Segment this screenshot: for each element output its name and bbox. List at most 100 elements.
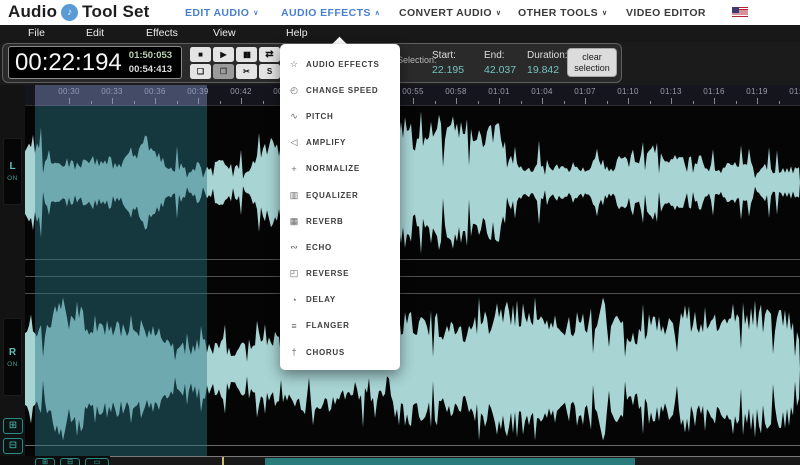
menu-item-normalize[interactable]: + NORMALIZE	[280, 156, 400, 182]
selection-region-ruler[interactable]	[35, 85, 207, 106]
end-label: End:	[484, 50, 505, 61]
amplify-icon: ◁	[290, 137, 298, 148]
menu-item-label: AMPLIFY	[306, 138, 347, 148]
ruler-tick	[628, 98, 629, 104]
stop-button[interactable]: ■	[190, 47, 211, 62]
pause-button[interactable]: ▮▮	[236, 47, 257, 62]
ruler-label: 01:07	[574, 87, 596, 96]
menu-item-label: EQUALIZER	[306, 190, 359, 200]
ruler-tick	[477, 101, 479, 104]
ruler-tick	[735, 101, 737, 104]
delay-icon: ◔	[291, 294, 297, 305]
top-nav: Audio ♪ Tool Set EDIT AUDIO ∨ AUDIO EFFECT…	[0, 0, 800, 25]
menu-item-echo[interactable]: ∾ ECHO	[280, 234, 400, 260]
ruler-label: 00:58	[445, 87, 467, 96]
app-logo[interactable]: Audio ♪ Tool Set	[8, 2, 150, 22]
menubar-file[interactable]: File	[28, 27, 45, 39]
nav-video-editor[interactable]: VIDEO EDITOR	[626, 7, 706, 19]
menubar-edit[interactable]: Edit	[86, 27, 104, 39]
stop-icon: ■	[198, 49, 203, 59]
echo-icon: ∾	[290, 241, 298, 252]
ruler-tick	[520, 101, 522, 104]
selection-label: Selection:	[397, 55, 437, 65]
nav-edit-audio[interactable]: EDIT AUDIO ∨	[185, 7, 259, 19]
menu-item-label: AUDIO EFFECTS	[306, 59, 380, 69]
ruler-tick	[219, 101, 221, 104]
loop-button[interactable]: ⇄	[259, 47, 280, 62]
ruler-label: 01:19	[746, 87, 768, 96]
chevron-down-icon: ∨	[253, 10, 259, 17]
ruler-label: 01:16	[703, 87, 725, 96]
h-zoom-out-button[interactable]: ⊟	[60, 458, 80, 465]
selection-region[interactable]	[35, 106, 207, 456]
menu-item-equalizer[interactable]: ▥ EQUALIZER	[280, 182, 400, 208]
nav-other-tools[interactable]: OTHER TOOLS ∨	[518, 7, 608, 19]
menu-item-label: PITCH	[306, 111, 334, 121]
new-file-icon: ❏	[196, 66, 205, 76]
save-file-button[interactable]: ❐	[213, 64, 234, 79]
menubar-help[interactable]: Help	[286, 27, 308, 39]
ruler-label: 01:22	[789, 87, 800, 96]
scroll-thumb[interactable]	[265, 458, 635, 465]
ruler-tick	[778, 101, 780, 104]
menu-item-reverb[interactable]: ▦ REVERB	[280, 208, 400, 234]
menu-item-chorus[interactable]: † CHORUS	[280, 339, 400, 365]
total-time: 01:50:053	[128, 50, 173, 62]
menu-item-label: ECHO	[306, 242, 332, 252]
menu-item-audio-effects[interactable]: ☆ AUDIO EFFECTS	[280, 51, 400, 77]
h-zoom-fit-button[interactable]: ▭	[85, 458, 109, 465]
menu-item-amplify[interactable]: ◁ AMPLIFY	[280, 130, 400, 156]
ruler-tick	[262, 101, 264, 104]
right-channel-state: ON	[7, 360, 18, 368]
nav-label: EDIT AUDIO	[185, 7, 250, 19]
play-button[interactable]: ▶	[213, 47, 234, 62]
end-value: 42.037	[484, 64, 517, 76]
nav-audio-effects[interactable]: AUDIO EFFECTS ∧	[281, 7, 380, 19]
current-time: 00:22:194	[15, 48, 122, 76]
us-flag-icon[interactable]	[732, 7, 748, 18]
menu-item-reverse[interactable]: ◰ REVERSE	[280, 261, 400, 287]
playhead-marker	[222, 457, 224, 465]
menu-item-change-speed[interactable]: ◴ CHANGE SPEED	[280, 77, 400, 103]
right-channel-toggle[interactable]: R ON	[3, 318, 22, 396]
cut-icon: ✂	[243, 66, 250, 76]
menu-item-delay[interactable]: ◔ DELAY	[280, 287, 400, 313]
menu-item-pitch[interactable]: ∿ PITCH	[280, 103, 400, 129]
time-display: 00:22:194 01:50:053 00:54:413	[8, 46, 182, 79]
equalizer-icon: ▥	[289, 189, 299, 200]
ruler-tick	[563, 101, 565, 104]
nav-convert-audio[interactable]: CONVERT AUDIO ∨	[399, 7, 501, 19]
audio-effects-menu: ☆ AUDIO EFFECTS ◴ CHANGE SPEED ∿ PITCH ◁ AMPLIF…	[280, 44, 400, 370]
menubar-effects[interactable]: Effects	[146, 27, 178, 39]
h-zoom-in-button[interactable]: ⊞	[35, 458, 55, 465]
zoom-in-icon: ⊞	[8, 420, 18, 431]
ruler-tick	[241, 98, 242, 104]
menu-bar: File Edit Effects View Help	[0, 25, 800, 42]
menubar-view[interactable]: View	[213, 27, 236, 39]
ruler-tick	[413, 98, 414, 104]
zoom-out-button[interactable]: ⊟	[3, 438, 23, 454]
duration-value: 19.842	[527, 64, 560, 76]
duration-label: Duration:	[527, 50, 568, 61]
menu-item-flanger[interactable]: ≡ FLANGER	[280, 313, 400, 339]
reverb-icon: ▦	[289, 215, 299, 226]
ruler-tick	[542, 98, 543, 104]
left-channel-toggle[interactable]: L ON	[3, 138, 22, 205]
clear-selection-button[interactable]: clear selection	[567, 48, 617, 77]
ruler-tick	[692, 101, 694, 104]
ruler-tick	[499, 98, 500, 104]
scroll-track[interactable]	[110, 456, 800, 465]
waveform-area: 00:3000:3300:3600:3900:4200:4600:4900:52…	[25, 85, 800, 456]
ruler-tick	[585, 98, 586, 104]
ruler-tick	[606, 101, 608, 104]
ruler-tick	[714, 98, 715, 104]
cut-button[interactable]: ✂	[236, 64, 257, 79]
menu-item-label: NORMALIZE	[306, 164, 360, 174]
zoom-out-icon: ⊟	[8, 440, 18, 451]
h-zoom-fit-icon: ▭	[93, 459, 101, 465]
nav-label: OTHER TOOLS	[518, 7, 599, 19]
s-tool-button[interactable]: S	[259, 64, 280, 79]
zoom-in-button[interactable]: ⊞	[3, 418, 23, 434]
chevron-down-icon: ∨	[495, 10, 502, 17]
new-file-button[interactable]: ❏	[190, 64, 211, 79]
